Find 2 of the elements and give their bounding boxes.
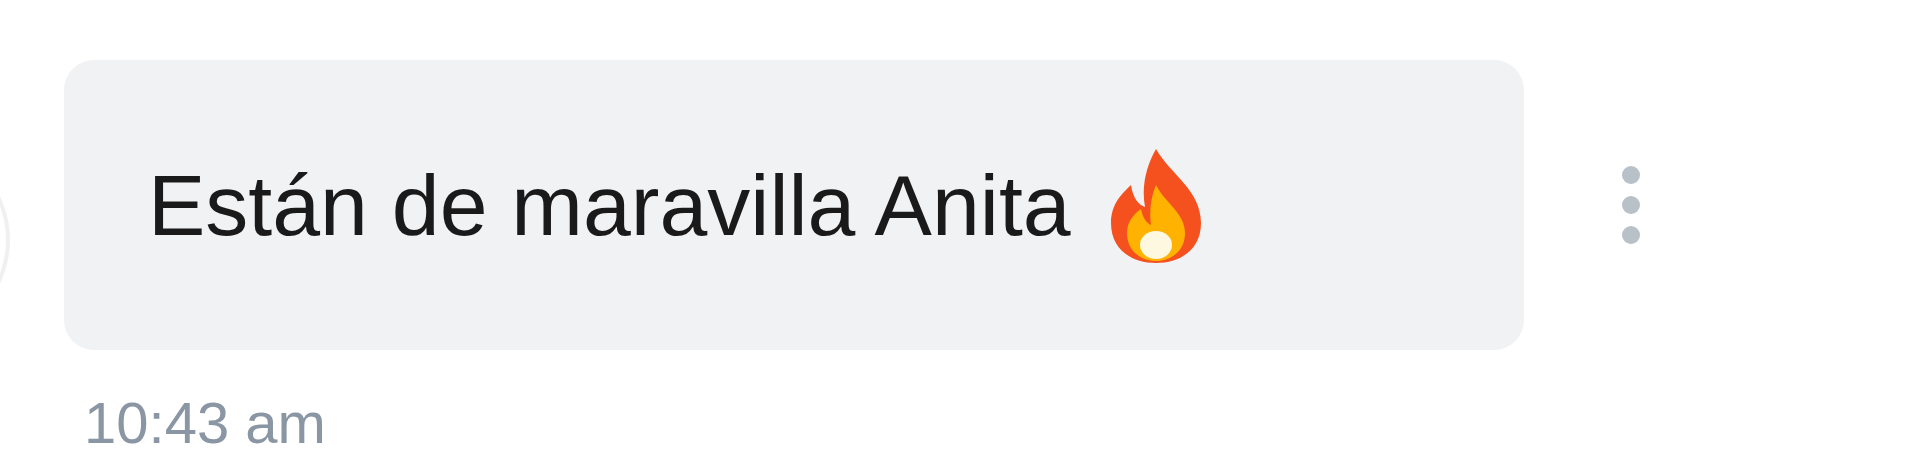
message-time: 10:43 am — [84, 390, 326, 455]
message-text: Están de maravilla Anita — [148, 162, 1071, 248]
